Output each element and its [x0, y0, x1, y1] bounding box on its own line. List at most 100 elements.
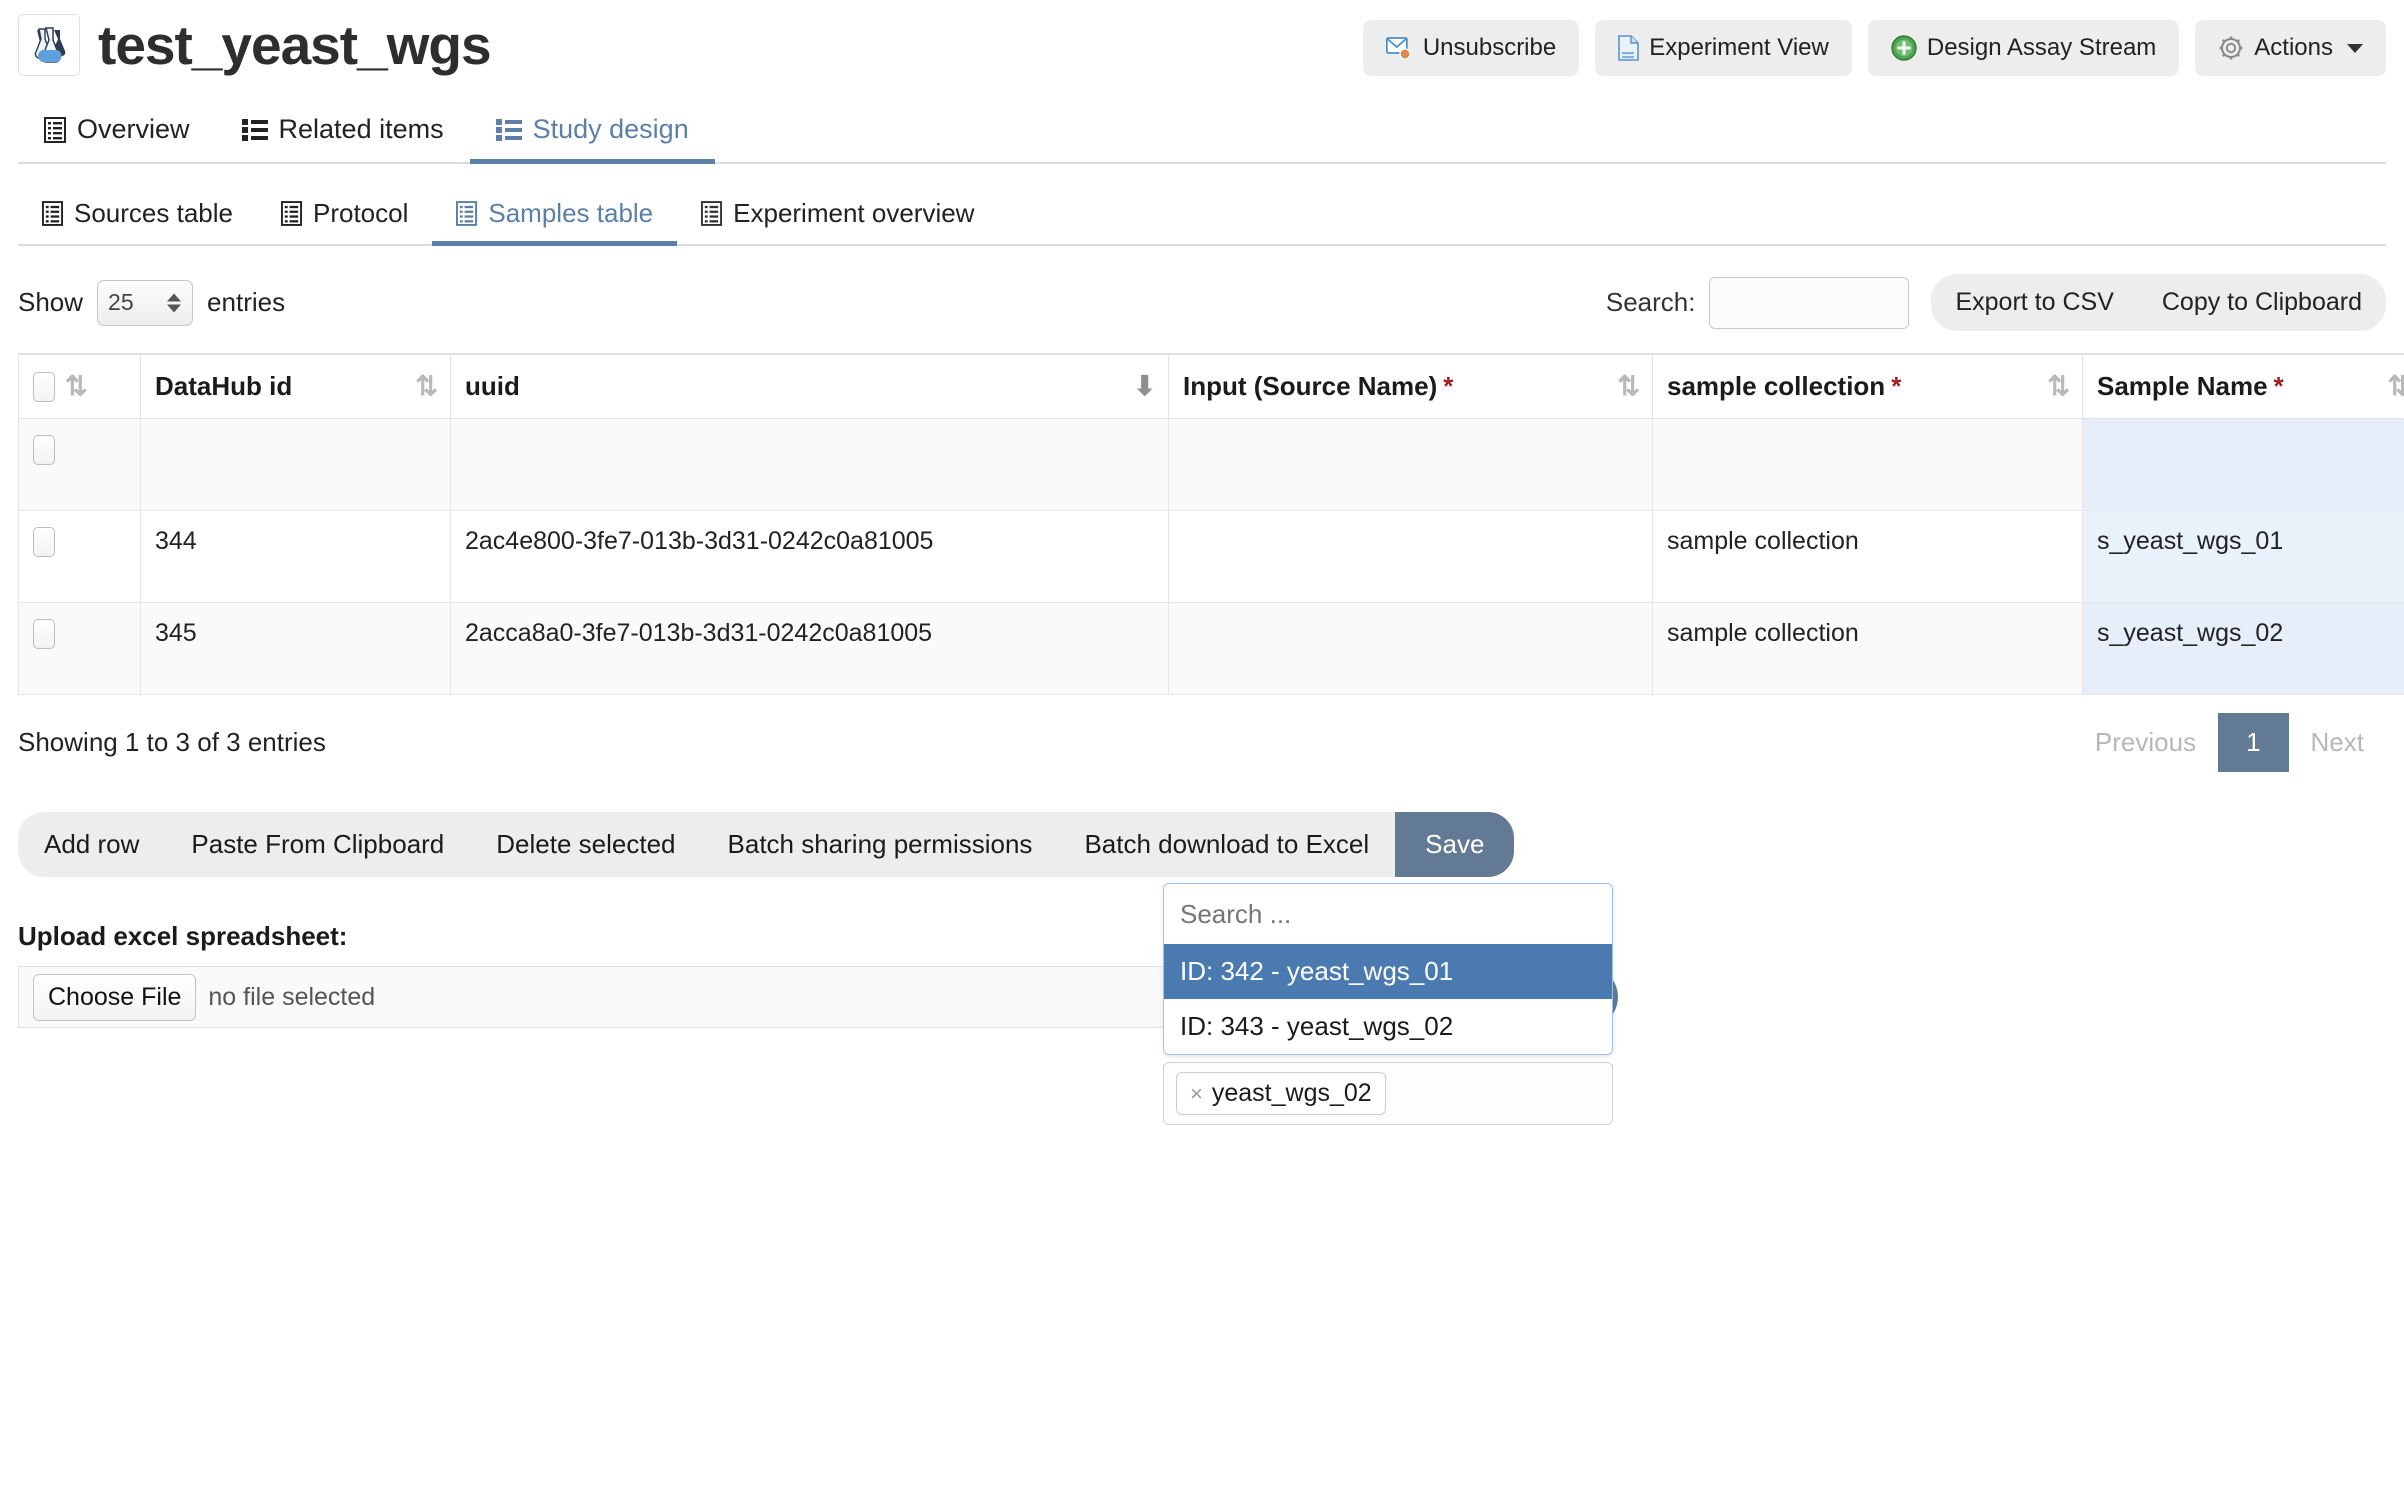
- subtab-sources-table[interactable]: Sources table: [18, 186, 257, 246]
- subtab-protocol-label: Protocol: [313, 198, 408, 229]
- tab-study-design[interactable]: Study design: [470, 100, 715, 164]
- dropdown-panel: ID: 342 - yeast_wgs_01 ID: 343 - yeast_w…: [1163, 883, 1613, 1055]
- pagination-page-1[interactable]: 1: [2218, 713, 2288, 772]
- unsubscribe-button[interactable]: Unsubscribe: [1363, 20, 1579, 76]
- select-all-checkbox[interactable]: [33, 372, 55, 402]
- entries-info: Showing 1 to 3 of 3 entries: [18, 727, 326, 758]
- stepper-arrows-icon: [167, 293, 181, 312]
- batch-sharing-permissions-button[interactable]: Batch sharing permissions: [702, 812, 1059, 877]
- dropdown-option-343[interactable]: ID: 343 - yeast_wgs_02: [1164, 999, 1612, 1054]
- cell-uuid[interactable]: [451, 419, 1169, 511]
- list-blocks-icon: [242, 118, 268, 142]
- row-checkbox[interactable]: [33, 619, 55, 649]
- page-header: test_yeast_wgs Unsubscribe: [18, 0, 2386, 80]
- samples-table: ⇅ DataHub id ⇅ uuid ⬇: [18, 353, 2404, 695]
- table-header-row: ⇅ DataHub id ⇅ uuid ⬇: [19, 354, 2404, 419]
- cell-datahub-id[interactable]: 344: [141, 511, 451, 603]
- cell-sample-collection[interactable]: sample collection: [1653, 603, 2083, 695]
- page-size-select[interactable]: 25: [97, 280, 193, 326]
- table-row[interactable]: 344 2ac4e800-3fe7-013b-3d31-0242c0a81005…: [19, 511, 2404, 603]
- sort-desc-icon[interactable]: ⬇: [1133, 373, 1154, 400]
- subtab-samples-table[interactable]: Samples table: [432, 186, 677, 246]
- save-button[interactable]: Save: [1395, 812, 1514, 877]
- th-sample-collection[interactable]: sample collection* ⇅: [1653, 354, 2083, 419]
- cell-uuid[interactable]: 2ac4e800-3fe7-013b-3d31-0242c0a81005: [451, 511, 1169, 603]
- no-file-selected-text: no file selected: [208, 983, 375, 1012]
- table-controls-right: Search: Export to CSV Copy to Clipboard: [1606, 274, 2386, 331]
- table-footer: Showing 1 to 3 of 3 entries Previous 1 N…: [18, 713, 2386, 772]
- cell-datahub-id[interactable]: 345: [141, 603, 451, 695]
- batch-download-to-excel-button[interactable]: Batch download to Excel: [1058, 812, 1395, 877]
- cell-datahub-id[interactable]: [141, 419, 451, 511]
- th-input-source-name-label: Input (Source Name)*: [1183, 371, 1617, 402]
- row-select-cell[interactable]: [19, 603, 141, 695]
- tab-overview[interactable]: Overview: [18, 100, 216, 164]
- table-row[interactable]: 345 2acca8a0-3fe7-013b-3d31-0242c0a81005…: [19, 603, 2404, 695]
- plus-circle-green-icon: [1891, 35, 1917, 61]
- search-input[interactable]: [1709, 277, 1909, 329]
- th-datahub-id[interactable]: DataHub id ⇅: [141, 354, 451, 419]
- cell-input-source-name[interactable]: [1169, 511, 1653, 603]
- add-row-button[interactable]: Add row: [18, 812, 165, 877]
- th-input-source-name[interactable]: Input (Source Name)* ⇅: [1169, 354, 1653, 419]
- sort-icon[interactable]: ⇅: [415, 373, 436, 400]
- selected-source-tag[interactable]: × yeast_wgs_02: [1176, 1072, 1386, 1115]
- header-left: test_yeast_wgs: [18, 14, 1363, 76]
- selected-source-tag-label: yeast_wgs_02: [1212, 1079, 1372, 1108]
- th-input-source-name-text: Input (Source Name): [1183, 371, 1437, 401]
- sort-icon[interactable]: ⇅: [65, 373, 86, 400]
- export-to-csv-button[interactable]: Export to CSV: [1931, 274, 2137, 331]
- pagination-previous[interactable]: Previous: [2073, 713, 2218, 772]
- tab-study-design-label: Study design: [533, 114, 689, 145]
- cell-sample-collection[interactable]: [1653, 419, 2083, 511]
- cell-sample-name[interactable]: [2083, 419, 2404, 511]
- row-select-cell[interactable]: [19, 511, 141, 603]
- th-sample-name[interactable]: Sample Name* ⇅: [2083, 354, 2404, 419]
- tab-related-items[interactable]: Related items: [216, 100, 470, 164]
- paste-from-clipboard-button[interactable]: Paste From Clipboard: [165, 812, 470, 877]
- actions-button[interactable]: Actions: [2195, 20, 2386, 76]
- choose-file-button[interactable]: Choose File: [33, 974, 196, 1021]
- cell-uuid[interactable]: 2acca8a0-3fe7-013b-3d31-0242c0a81005: [451, 603, 1169, 695]
- experiment-view-button[interactable]: Experiment View: [1595, 20, 1852, 76]
- remove-tag-icon[interactable]: ×: [1190, 1081, 1203, 1107]
- sort-icon[interactable]: ⇅: [2047, 373, 2068, 400]
- subtab-experiment-overview[interactable]: Experiment overview: [677, 186, 998, 246]
- main-tabs: Overview Related items: [18, 100, 2386, 164]
- th-uuid[interactable]: uuid ⬇: [451, 354, 1169, 419]
- subtab-samples-table-label: Samples table: [488, 198, 653, 229]
- delete-selected-button[interactable]: Delete selected: [470, 812, 701, 877]
- row-checkbox[interactable]: [33, 527, 55, 557]
- dropdown-option-342[interactable]: ID: 342 - yeast_wgs_01: [1164, 944, 1612, 999]
- cell-sample-name[interactable]: s_yeast_wgs_01: [2083, 511, 2404, 603]
- pagination: Previous 1 Next: [2073, 713, 2386, 772]
- required-marker: *: [1443, 371, 1453, 401]
- pagination-next[interactable]: Next: [2289, 713, 2386, 772]
- sort-icon[interactable]: ⇅: [2387, 373, 2404, 400]
- th-sample-name-label: Sample Name*: [2097, 371, 2387, 402]
- table-icon: [281, 201, 302, 226]
- copy-to-clipboard-button[interactable]: Copy to Clipboard: [2138, 274, 2386, 331]
- design-assay-stream-label: Design Assay Stream: [1927, 34, 2156, 62]
- cell-sample-collection[interactable]: sample collection: [1653, 511, 2083, 603]
- source-name-dropdown: ID: 342 - yeast_wgs_01 ID: 343 - yeast_w…: [1163, 883, 1613, 1125]
- row-checkbox[interactable]: [33, 435, 55, 465]
- table-icon: [701, 201, 722, 226]
- dropdown-search-input[interactable]: [1164, 884, 1612, 944]
- row-select-cell[interactable]: [19, 419, 141, 511]
- flasks-icon: [18, 14, 80, 76]
- table-row[interactable]: [19, 419, 2404, 511]
- th-datahub-id-label: DataHub id: [155, 371, 415, 402]
- table-icon: [456, 201, 477, 226]
- tab-related-items-label: Related items: [279, 114, 444, 145]
- export-button-group: Export to CSV Copy to Clipboard: [1931, 274, 2386, 331]
- subtab-protocol[interactable]: Protocol: [257, 186, 432, 246]
- sort-icon[interactable]: ⇅: [1617, 373, 1638, 400]
- cell-input-source-name[interactable]: [1169, 419, 1653, 511]
- selected-source-tagbox[interactable]: × yeast_wgs_02: [1163, 1062, 1613, 1125]
- th-select-all[interactable]: ⇅: [19, 354, 141, 419]
- page-title: test_yeast_wgs: [98, 18, 491, 73]
- cell-sample-name[interactable]: s_yeast_wgs_02: [2083, 603, 2404, 695]
- cell-input-source-name[interactable]: [1169, 603, 1653, 695]
- design-assay-stream-button[interactable]: Design Assay Stream: [1868, 20, 2179, 76]
